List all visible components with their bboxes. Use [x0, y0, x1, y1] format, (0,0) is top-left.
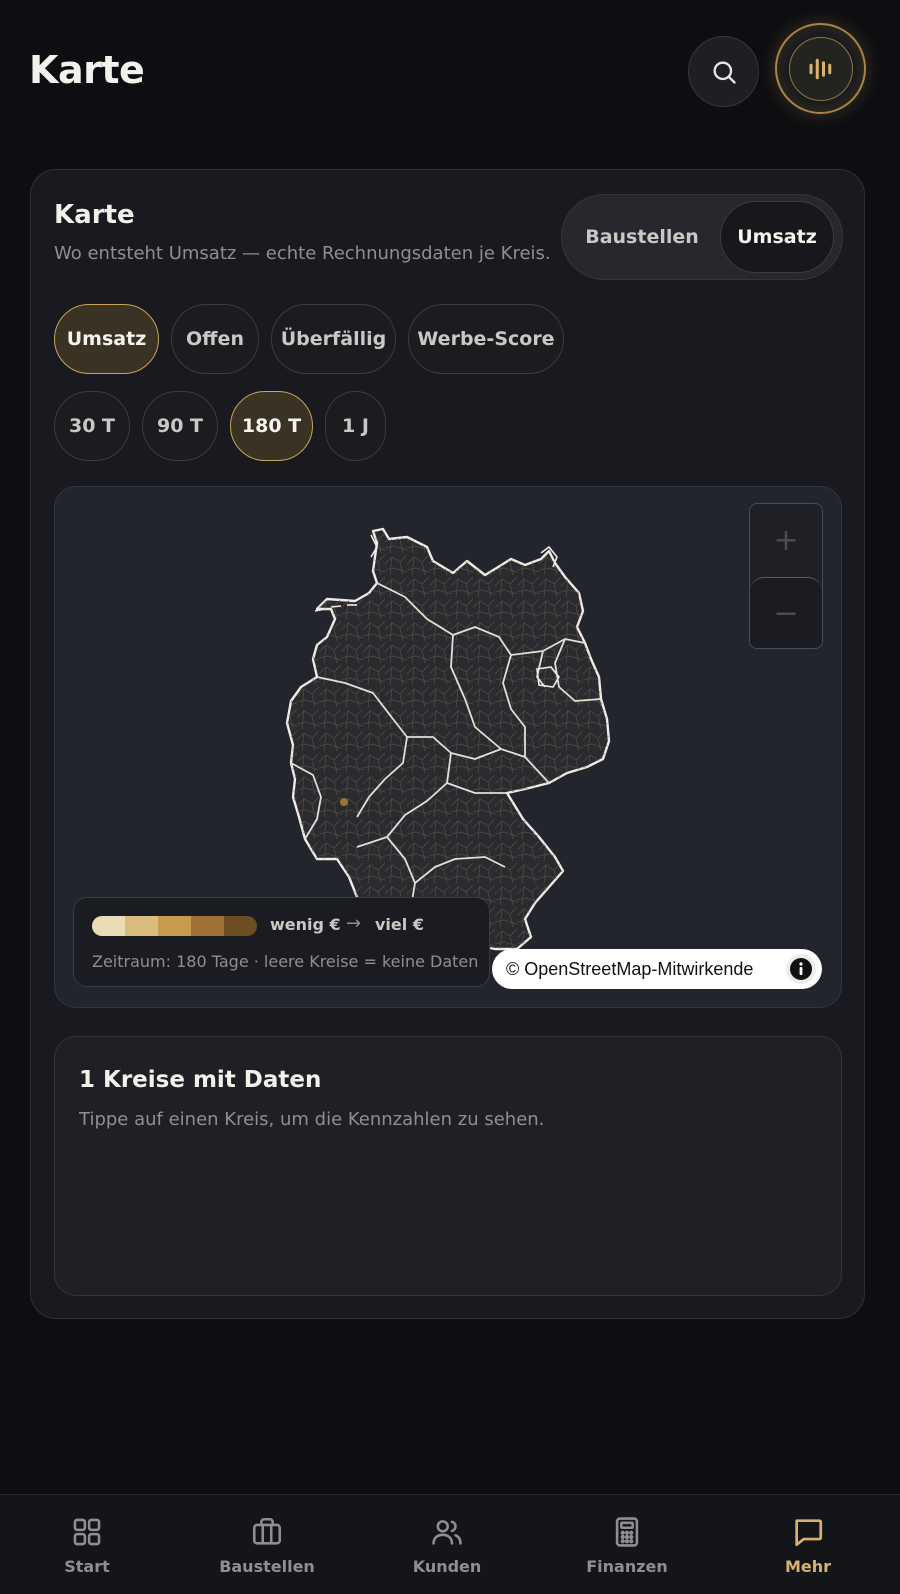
bottom-navigation: Start Baustellen Kunden Finanzen Mehr: [0, 1494, 900, 1594]
zoom-in-button[interactable]: +: [750, 504, 822, 576]
legend-swatch: [92, 916, 125, 936]
legend-swatch: [224, 916, 257, 936]
search-button[interactable]: [688, 36, 759, 107]
nav-label-start: Start: [64, 1557, 110, 1576]
voice-assistant-button[interactable]: [775, 23, 866, 114]
zoom-control: + −: [749, 503, 823, 649]
legend-swatch: [191, 916, 224, 936]
nav-label-mehr: Mehr: [784, 1557, 832, 1576]
chip-90t[interactable]: 90 T: [142, 391, 218, 461]
legend-color-scale: [92, 916, 257, 936]
map-card: Karte Wo entsteht Umsatz — echte Rechnun…: [30, 169, 865, 1319]
app-header: Karte: [0, 0, 900, 145]
chip-offen[interactable]: Offen: [171, 304, 259, 374]
users-icon: [432, 1520, 462, 1545]
card-title: Karte: [54, 200, 135, 230]
map-panel[interactable]: + − wenig € → viel € Zeitraum: 180 Tage …: [54, 486, 842, 1008]
briefcase-icon: [252, 1517, 282, 1545]
chip-1j[interactable]: 1 J: [325, 391, 386, 461]
legend-low-label: wenig €: [270, 915, 341, 934]
info-glyph: [790, 958, 812, 980]
legend-arrow: →: [346, 913, 362, 934]
details-hint: Tippe auf einen Kreis, um die Kennzahlen…: [79, 1109, 545, 1130]
nav-item-baustellen[interactable]: Baustellen: [197, 1495, 337, 1594]
nav-label-kunden: Kunden: [412, 1557, 482, 1576]
message-icon: [795, 1519, 823, 1547]
legend-swatch: [158, 916, 191, 936]
map-attribution[interactable]: © OpenStreetMap-Mitwirkende: [492, 949, 822, 989]
chip-ueberfaellig[interactable]: Überfällig: [271, 304, 396, 374]
voice-button-inner: [788, 36, 853, 101]
search-icon: [713, 60, 736, 84]
view-toggle: Baustellen Umsatz: [561, 194, 843, 280]
toggle-baustellen[interactable]: Baustellen: [572, 201, 712, 273]
chip-werbe-score[interactable]: Werbe-Score: [408, 304, 564, 374]
grid-icon: [73, 1518, 101, 1546]
details-title: 1 Kreise mit Daten: [79, 1067, 322, 1093]
nav-item-kunden[interactable]: Kunden: [377, 1495, 517, 1594]
calculator-icon: [615, 1517, 639, 1547]
attribution-text: © OpenStreetMap-Mitwirkende: [506, 958, 754, 979]
soundwave-icon: [809, 58, 831, 79]
chip-umsatz[interactable]: Umsatz: [54, 304, 159, 374]
chip-30t[interactable]: 30 T: [54, 391, 130, 461]
legend-note: Zeitraum: 180 Tage · leere Kreise = kein…: [92, 952, 479, 971]
info-icon[interactable]: [786, 954, 816, 984]
nav-label-baustellen: Baustellen: [219, 1557, 315, 1576]
zoom-out-button[interactable]: −: [750, 577, 822, 648]
toggle-umsatz[interactable]: Umsatz: [720, 201, 834, 273]
legend-high-label: viel €: [375, 915, 424, 934]
legend-swatch: [125, 916, 158, 936]
nav-item-finanzen[interactable]: Finanzen: [557, 1495, 697, 1594]
chip-180t[interactable]: 180 T: [230, 391, 313, 461]
kreis-with-data[interactable]: [340, 798, 348, 806]
nav-label-finanzen: Finanzen: [586, 1557, 668, 1576]
nav-item-start[interactable]: Start: [17, 1495, 157, 1594]
map-legend: wenig € → viel € Zeitraum: 180 Tage · le…: [73, 897, 490, 987]
kreis-details-card: 1 Kreise mit Daten Tippe auf einen Kreis…: [54, 1036, 842, 1296]
page-title: Karte: [29, 48, 145, 92]
card-subtitle: Wo entsteht Umsatz — echte Rechnungsdate…: [54, 243, 551, 264]
nav-item-mehr[interactable]: Mehr: [738, 1495, 878, 1594]
